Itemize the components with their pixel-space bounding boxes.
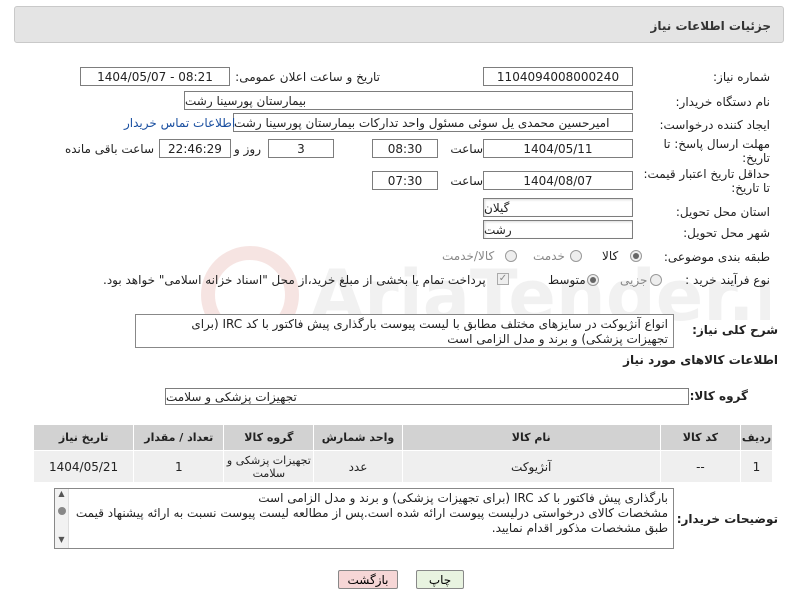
announce-label: تاریخ و ساعت اعلان عمومی: <box>235 70 380 84</box>
price-valid-label: حداقل تاریخ اعتبار قیمت: تا تاریخ: <box>643 167 770 195</box>
category-radio-service[interactable] <box>570 250 582 265</box>
page-title: جزئیات اطلاعات نیاز <box>650 19 771 33</box>
deadline-time-label: ساعت <box>450 142 483 156</box>
buyer-org-label: نام دستگاه خریدار: <box>675 95 771 109</box>
category-radio-both[interactable] <box>505 250 517 265</box>
category-option-both: کالا/خدمت <box>442 249 495 263</box>
goods-group-field[interactable]: تجهیزات پزشکی و سلامت <box>165 388 689 405</box>
province-label: استان محل تحویل: <box>675 205 770 219</box>
cell-quantity: 1 <box>133 450 225 483</box>
price-valid-time-label: ساعت <box>450 174 483 188</box>
table-header-row: ردیف کد کالا نام کالا واحد شمارش گروه کا… <box>32 424 774 451</box>
notes-line-1: بارگذاری پیش فاکتور با کد IRC (برای تجهی… <box>258 491 668 505</box>
notes-scrollbar[interactable]: ▲ ▼ <box>55 489 69 548</box>
category-option-goods: کالا <box>602 249 619 263</box>
process-option-medium: متوسط <box>548 273 586 287</box>
process-radio-minor[interactable] <box>650 274 662 289</box>
province-field[interactable]: گیلان <box>483 198 633 217</box>
buyer-org-field[interactable]: بیمارستان پورسینا رشت <box>184 91 633 110</box>
deadline-date-field[interactable]: 1404/05/11 <box>483 139 633 158</box>
days-field[interactable]: 3 <box>268 139 334 158</box>
price-valid-date-field[interactable]: 1404/08/07 <box>483 171 633 190</box>
remaining-time-field[interactable]: 22:46:29 <box>159 139 231 158</box>
cell-date: 1404/05/21 <box>32 450 135 483</box>
days-label: روز و <box>234 142 261 156</box>
back-button[interactable]: بازگشت <box>338 570 398 589</box>
process-radio-medium[interactable] <box>587 274 599 289</box>
process-option-minor: جزیی <box>620 273 648 287</box>
cell-name: آنژیوکت <box>401 450 661 483</box>
payment-note: پرداخت تمام یا بخشی از مبلغ خرید،از محل … <box>103 273 486 287</box>
col-unit: واحد شمارش <box>313 424 403 451</box>
city-field[interactable]: رشت <box>483 220 633 239</box>
treasury-checkbox[interactable]: ✓ <box>497 273 509 285</box>
print-button[interactable]: چاپ <box>416 570 464 589</box>
description-label: شرح کلی نیاز: <box>692 323 778 337</box>
deadline-time-field[interactable]: 08:30 <box>372 139 438 158</box>
process-label: نوع فرآیند خرید : <box>685 273 770 287</box>
announce-field[interactable]: 1404/05/07 - 08:21 <box>80 67 230 86</box>
creator-field[interactable]: امیرحسین محمدی یل سوئی مسئول واحد تدارکا… <box>233 113 633 132</box>
notes-line-3: طبق مشخصات مذکور اقدام نمایید. <box>491 521 668 535</box>
city-label: شهر محل تحویل: <box>683 226 770 240</box>
category-radio-goods[interactable] <box>630 250 642 265</box>
cell-code: -- <box>659 450 741 483</box>
need-number-label: شماره نیاز: <box>713 70 770 84</box>
goods-group-label: گروه کالا: <box>689 389 748 403</box>
table-row[interactable]: 1 -- آنژیوکت عدد تجهیزات پزشکی و سلامت 1… <box>32 450 774 483</box>
buyer-notes-label: توضیحات خریدار: <box>676 512 778 526</box>
category-option-service: خدمت <box>533 249 565 263</box>
col-quantity: تعداد / مقدار <box>133 424 225 451</box>
need-number-field[interactable]: 1104094008000240 <box>483 67 633 86</box>
goods-table: ردیف کد کالا نام کالا واحد شمارش گروه کا… <box>32 424 774 483</box>
cell-unit: عدد <box>313 450 403 483</box>
remaining-label: ساعت باقی مانده <box>64 142 154 156</box>
col-group: گروه کالا <box>223 424 315 451</box>
col-row: ردیف <box>739 424 774 451</box>
creator-label: ایجاد کننده درخواست: <box>659 118 770 132</box>
contact-info-link[interactable]: اطلاعات تماس خریدار <box>124 116 235 130</box>
category-label: طبقه بندی موضوعی: <box>663 250 770 264</box>
description-textarea[interactable]: انواع آنژیوکت در سایزهای مختلف مطابق با … <box>135 314 674 348</box>
header-panel: جزئیات اطلاعات نیاز <box>14 6 784 43</box>
deadline-label: مهلت ارسال پاسخ: تا تاریخ: <box>663 137 770 165</box>
price-valid-time-field[interactable]: 07:30 <box>372 171 438 190</box>
col-date: تاریخ نیاز <box>32 424 135 451</box>
goods-info-title: اطلاعات کالاهای مورد نیاز <box>623 353 778 367</box>
buyer-notes-textarea[interactable]: ▲ ▼ بارگذاری پیش فاکتور با کد IRC (برای … <box>54 488 674 549</box>
cell-group: تجهیزات پزشکی و سلامت <box>223 450 315 483</box>
cell-row: 1 <box>739 450 774 483</box>
notes-line-2: مشخصات کالای درخواستی درلیست پیوست ارائه… <box>75 506 668 520</box>
col-code: کد کالا <box>659 424 741 451</box>
col-name: نام کالا <box>401 424 661 451</box>
